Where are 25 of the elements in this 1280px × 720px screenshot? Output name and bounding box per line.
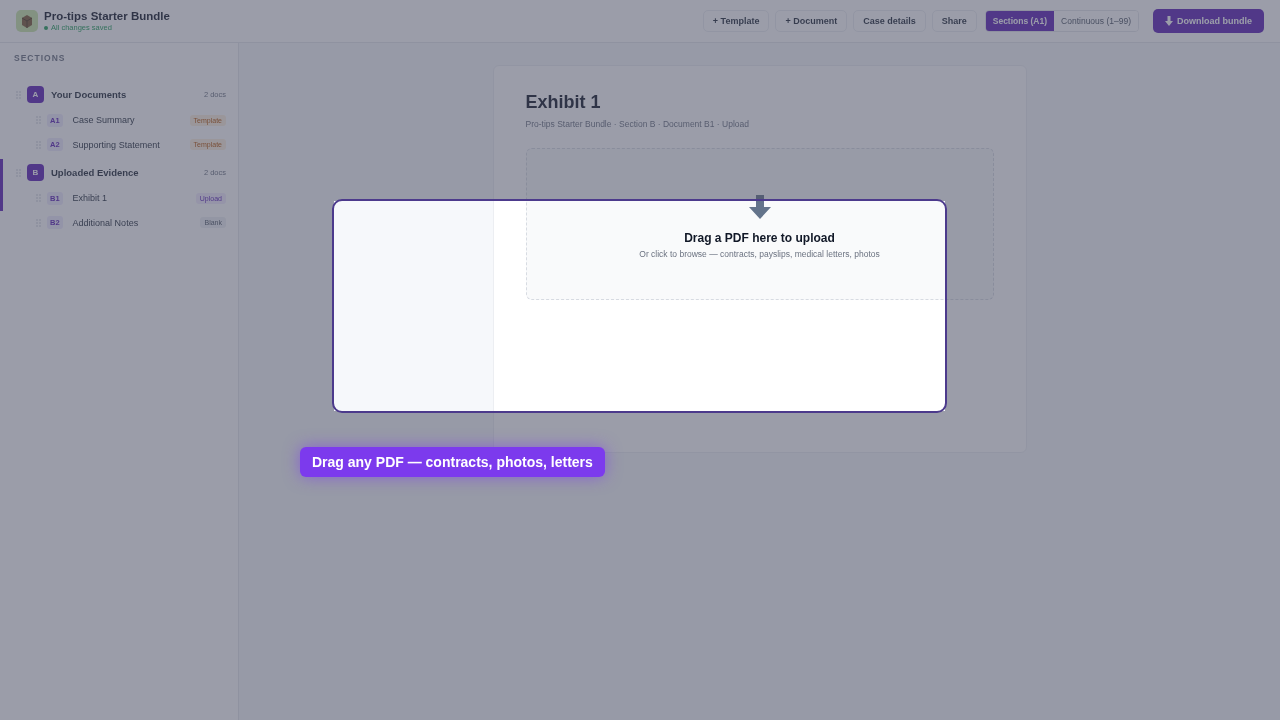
document-name: Exhibit 1 [72,193,109,204]
dropzone-hint: Or click to browse — contracts, payslips, medical letters, photos [639,249,880,259]
bundle-title: Pro-tips Starter Bundle [44,10,170,22]
sidebar-heading: SECTIONS [13,53,67,65]
download-icon [1165,16,1173,26]
toolbar-button[interactable]: Share [931,10,977,32]
view-mode-tab[interactable]: Sections (A1) [985,11,1055,31]
section-letter: B [27,164,44,181]
tour-tooltip: Drag any PDF — contracts, photos, letters [300,447,605,477]
section-title: Uploaded Evidence [51,167,140,178]
section-letter: A [27,86,44,103]
dropzone-heading: Drag a PDF here to upload [684,231,835,245]
box-icon [16,10,38,32]
document-name: Supporting Statement [72,139,161,150]
download-button[interactable]: Download bundle [1153,9,1264,33]
section-title: Your Documents [51,89,128,100]
toolbar-button[interactable]: Case details [853,10,926,32]
down-arrow-icon [748,195,771,219]
upload-dropzone[interactable]: Drag a PDF here to upload Or click to browse — contracts, payslips, medical letters, photos [525,148,994,300]
document-name: Additional Notes [72,217,140,228]
toolbar-button[interactable]: + Template [702,10,770,32]
status-dot-icon [44,25,48,30]
toolbar-button[interactable]: + Document [775,10,848,32]
document-title: Exhibit 1 [525,92,602,113]
document-name: Case Summary [72,115,136,126]
